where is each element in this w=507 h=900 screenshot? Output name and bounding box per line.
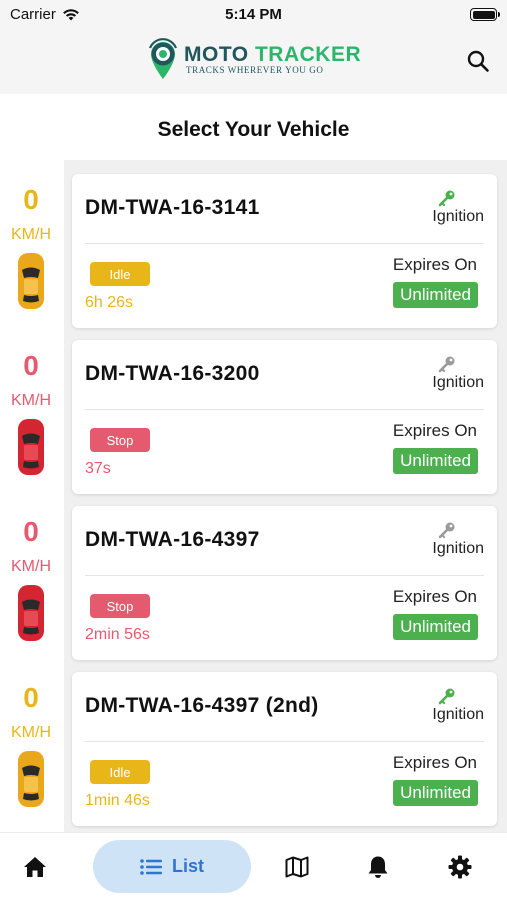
vehicle-row: 0 KM/H DM-TWA-16-3200 Ignition Stop 37s … xyxy=(0,326,507,494)
clock: 5:14 PM xyxy=(225,6,282,23)
search-button[interactable] xyxy=(463,46,493,76)
gear-icon xyxy=(448,855,472,879)
status-duration: 2min 56s xyxy=(85,626,150,643)
car-icon xyxy=(18,585,44,641)
vehicle-list[interactable]: 0 KM/H DM-TWA-16-3141 Ignition Idle 6h 2… xyxy=(0,160,507,832)
speed-value: 0 xyxy=(23,516,39,547)
vehicle-card[interactable]: DM-TWA-16-4397 (2nd) Ignition Idle 1min … xyxy=(72,672,497,826)
tab-notifications[interactable] xyxy=(360,851,396,883)
page-title: Select Your Vehicle xyxy=(157,118,350,141)
vehicle-card[interactable]: DM-TWA-16-3200 Ignition Stop 37s Expires… xyxy=(72,340,497,494)
speed-unit: KM/H xyxy=(11,558,51,575)
expires-label: Expires On xyxy=(392,587,477,606)
logo-tagline: TRACKS WHEREVER YOU GO xyxy=(186,64,324,75)
key-icon xyxy=(438,522,455,539)
status-duration: 1min 46s xyxy=(85,792,150,809)
tab-settings[interactable] xyxy=(442,851,478,883)
status-badge: Idle xyxy=(90,760,150,784)
bell-icon xyxy=(368,856,388,878)
vehicle-plate: DM-TWA-16-3200 xyxy=(85,362,260,385)
car-icon xyxy=(18,751,44,807)
status-badge: Stop xyxy=(90,594,150,618)
expires-label: Expires On xyxy=(392,753,477,772)
speed-unit: KM/H xyxy=(11,724,51,741)
ignition-label: Ignition xyxy=(432,208,484,225)
speed-unit: KM/H xyxy=(11,226,51,243)
location-pin-icon xyxy=(148,38,178,79)
expires-badge: Unlimited xyxy=(393,780,478,806)
key-icon xyxy=(438,356,455,373)
vehicle-card[interactable]: DM-TWA-16-3141 Ignition Idle 6h 26s Expi… xyxy=(72,174,497,328)
vehicle-card[interactable]: DM-TWA-16-4397 Ignition Stop 2min 56s Ex… xyxy=(72,506,497,660)
logo-word-moto: MOTO xyxy=(184,42,249,66)
app-logo: MOTO TRACKER TRACKS WHEREVER YOU GO xyxy=(148,38,361,80)
logo-title: MOTO TRACKER xyxy=(184,42,362,66)
search-icon xyxy=(467,50,489,72)
tab-list-label: List xyxy=(171,856,204,876)
status-bar: Carrier 5:14 PM xyxy=(0,0,507,30)
logo-word-tracker: TRACKER xyxy=(254,42,362,66)
divider xyxy=(85,409,484,410)
tab-map[interactable] xyxy=(279,851,315,883)
speed-unit: KM/H xyxy=(11,392,51,409)
car-icon xyxy=(18,253,44,309)
status-badge: Stop xyxy=(90,428,150,452)
status-badge: Idle xyxy=(90,262,150,286)
speed-value: 0 xyxy=(23,682,39,713)
key-icon xyxy=(438,688,455,705)
divider xyxy=(85,243,484,244)
expires-label: Expires On xyxy=(392,421,477,440)
speed-value: 0 xyxy=(23,184,39,215)
expires-label: Expires On xyxy=(392,255,477,274)
vehicle-plate: DM-TWA-16-4397 xyxy=(85,528,260,551)
divider xyxy=(85,575,484,576)
expires-badge: Unlimited xyxy=(393,448,478,474)
home-icon xyxy=(24,857,46,877)
speed-value: 0 xyxy=(23,350,39,381)
app-header: MOTO TRACKER TRACKS WHEREVER YOU GO xyxy=(0,30,507,94)
divider xyxy=(85,741,484,742)
logo-text: MOTO TRACKER TRACKS WHEREVER YOU GO xyxy=(184,42,362,75)
ignition-label: Ignition xyxy=(432,374,484,391)
tab-home[interactable] xyxy=(17,851,53,883)
battery-icon xyxy=(470,8,500,21)
key-icon xyxy=(438,190,455,207)
vehicle-row: 0 KM/H DM-TWA-16-4397 Ignition Stop 2min… xyxy=(0,492,507,660)
map-icon xyxy=(285,856,309,878)
vehicle-plate: DM-TWA-16-3141 xyxy=(85,196,260,219)
list-icon xyxy=(140,858,162,875)
ignition-label: Ignition xyxy=(432,540,484,557)
expires-badge: Unlimited xyxy=(393,282,478,308)
expires-badge: Unlimited xyxy=(393,614,478,640)
tab-list[interactable]: List xyxy=(93,840,251,893)
vehicle-row: 0 KM/H DM-TWA-16-3141 Ignition Idle 6h 2… xyxy=(0,160,507,328)
vehicle-plate: DM-TWA-16-4397 (2nd) xyxy=(85,694,319,717)
bottom-tab-bar: List xyxy=(0,832,507,900)
status-duration: 6h 26s xyxy=(85,294,134,311)
car-icon xyxy=(18,419,44,475)
vehicle-row: 0 KM/H DM-TWA-16-4397 (2nd) Ignition Idl… xyxy=(0,658,507,826)
status-duration: 37s xyxy=(85,460,111,477)
ignition-label: Ignition xyxy=(432,706,484,723)
